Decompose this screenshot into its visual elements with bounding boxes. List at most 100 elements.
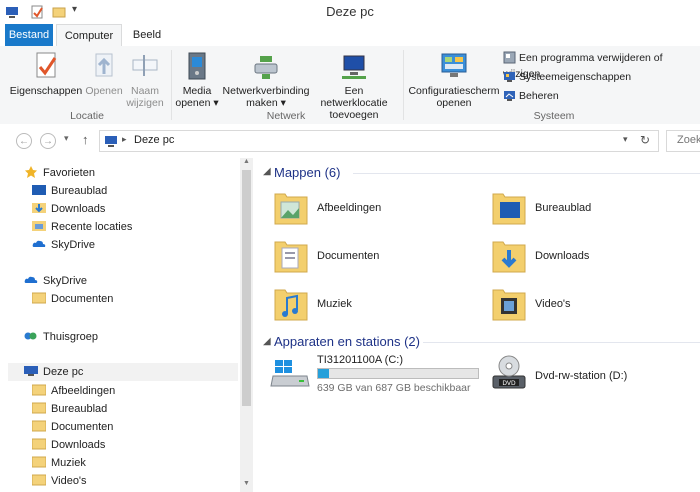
videos-folder-icon <box>492 289 526 321</box>
refresh-icon[interactable]: ↻ <box>640 133 650 147</box>
drive-c-space: 639 GB van 687 GB beschikbaar <box>317 382 471 394</box>
search-input[interactable]: Zoek <box>677 134 700 146</box>
nav-item-skydrive-documenten[interactable]: Documenten <box>32 290 113 308</box>
rename-icon <box>132 55 158 76</box>
title-bar: ▾ Deze pc <box>0 0 700 24</box>
drive-c[interactable]: TI31201100A (C:) 639 GB van 687 GB besch… <box>269 354 481 398</box>
back-arrow-icon: ← <box>19 136 29 147</box>
ribbon: Eigenschappen Openen Naam wijzigen Locat… <box>0 46 700 125</box>
folder-icon <box>32 474 46 486</box>
breadcrumb-deze-pc[interactable]: Deze pc <box>134 134 174 146</box>
control-panel-icon <box>441 53 467 77</box>
scroll-down-icon[interactable]: ▼ <box>243 480 250 487</box>
folder-icon <box>32 420 46 432</box>
downloads-folder-icon <box>492 241 526 273</box>
breadcrumb-chevron-icon[interactable]: ▸ <box>122 134 127 145</box>
folder-documenten[interactable]: Documenten <box>273 236 473 280</box>
dvd-drive-icon: DVD <box>492 355 526 389</box>
open-media-button[interactable]: Media openen ▾ <box>174 50 220 109</box>
forward-button[interactable]: → <box>40 133 56 149</box>
documents-folder-icon <box>274 241 308 273</box>
folders-section-header[interactable]: Mappen (6) <box>274 165 340 180</box>
group-locatie-label: Locatie <box>70 110 104 122</box>
folder-icon <box>32 438 46 450</box>
nav-item-skydrive-fav[interactable]: SkyDrive <box>32 236 95 254</box>
desktop-icon <box>32 185 46 195</box>
nav-item-bureaublad-pc[interactable]: Bureaublad <box>32 400 107 418</box>
rename-button[interactable]: Naam wijzigen <box>124 50 166 109</box>
manage-icon <box>504 91 515 101</box>
folder-bureaublad[interactable]: Bureaublad <box>491 188 691 232</box>
properties-icon <box>36 52 57 78</box>
ribbon-separator <box>403 50 404 120</box>
collapse-icon[interactable]: ◢ <box>263 166 271 177</box>
group-systeem-label: Systeem <box>533 110 575 122</box>
map-network-drive-button[interactable]: Netwerkverbinding maken ▾ <box>222 50 310 109</box>
pictures-folder-icon <box>274 193 308 225</box>
nav-item-downloads-pc[interactable]: Downloads <box>32 436 105 454</box>
system-icon <box>504 72 515 82</box>
window-title: Deze pc <box>326 4 374 19</box>
nav-favorieten[interactable]: Favorieten <box>24 164 95 182</box>
drive-dvd[interactable]: DVD Dvd-rw-station (D:) <box>489 354 689 398</box>
nav-item-bureaublad[interactable]: Bureaublad <box>32 182 107 200</box>
navigation-bar: ← → ▾ ↑ ▸ Deze pc ▾ ↻ Zoek <box>0 124 700 158</box>
desktop-folder-icon <box>492 193 526 225</box>
address-dropdown-icon[interactable]: ▾ <box>623 134 628 145</box>
drive-c-usage-fill <box>318 369 330 378</box>
open-button[interactable]: Openen <box>84 50 124 97</box>
ribbon-separator <box>171 50 172 120</box>
manage-link[interactable]: Beheren <box>503 88 559 104</box>
drive-c-label: TI31201100A (C:) <box>317 354 404 366</box>
collapse-icon[interactable]: ◢ <box>263 336 271 347</box>
folder-icon <box>32 456 46 468</box>
control-panel-button[interactable]: Configuratiescherm openen <box>408 50 500 109</box>
uninstall-program-link[interactable]: Een programma verwijderen of wijzigen <box>503 50 700 80</box>
network-location-icon <box>342 55 366 79</box>
properties-button[interactable]: Eigenschappen <box>8 50 84 97</box>
section-divider <box>353 173 700 174</box>
downloads-icon <box>32 203 46 213</box>
folder-icon <box>32 384 46 396</box>
nav-item-documenten-pc[interactable]: Documenten <box>32 418 113 436</box>
search-box[interactable]: Zoek <box>666 130 700 152</box>
recent-locations-icon <box>32 221 46 231</box>
navigation-pane: Favorieten Bureaublad Downloads Recente … <box>0 158 252 492</box>
nav-item-downloads[interactable]: Downloads <box>32 200 105 218</box>
devices-section-header[interactable]: Apparaten en stations (2) <box>274 334 420 349</box>
media-server-icon <box>188 52 206 80</box>
back-button[interactable]: ← <box>16 133 32 149</box>
folder-afbeeldingen[interactable]: Afbeeldingen <box>273 188 473 232</box>
dvd-drive-label: Dvd-rw-station (D:) <box>535 370 628 382</box>
nav-item-videos-pc[interactable]: Video's <box>32 472 87 490</box>
group-netwerk-label: Netwerk <box>266 110 306 122</box>
recent-locations-dropdown-icon[interactable]: ▾ <box>64 133 69 144</box>
tab-beeld[interactable]: Beeld <box>126 24 168 46</box>
open-icon <box>95 53 113 77</box>
nav-thuisgroep[interactable]: Thuisgroep <box>24 328 98 346</box>
content-pane: ◢ Mappen (6) Afbeeldingen Bureaublad Doc… <box>253 158 700 492</box>
scrollbar-thumb[interactable] <box>242 170 251 406</box>
cloud-icon <box>32 240 46 247</box>
nav-pane-scrollbar[interactable]: ▲ ▼ <box>240 158 253 492</box>
computer-icon <box>105 136 117 147</box>
tab-bestand[interactable]: Bestand <box>5 24 53 46</box>
programs-icon <box>503 51 516 64</box>
address-bar[interactable]: ▸ Deze pc ▾ ↻ <box>99 130 659 152</box>
nav-skydrive[interactable]: SkyDrive <box>24 272 87 290</box>
folder-downloads[interactable]: Downloads <box>491 236 691 280</box>
tab-computer[interactable]: Computer <box>56 24 122 48</box>
cloud-icon <box>24 276 38 283</box>
nav-item-muziek-pc[interactable]: Muziek <box>32 454 86 472</box>
dropdown-arrow-icon: ▾ <box>213 97 219 109</box>
up-arrow-icon[interactable]: ↑ <box>82 132 89 147</box>
folder-muziek[interactable]: Muziek <box>273 284 473 328</box>
system-properties-link[interactable]: Systeemeigenschappen <box>503 69 631 85</box>
folder-videos[interactable]: Video's <box>491 284 691 328</box>
dropdown-arrow-icon: ▾ <box>280 97 286 109</box>
nav-item-recente-locaties[interactable]: Recente locaties <box>32 218 132 236</box>
nav-item-afbeeldingen[interactable]: Afbeeldingen <box>32 382 115 400</box>
homegroup-icon <box>24 332 37 340</box>
scroll-up-icon[interactable]: ▲ <box>243 158 250 165</box>
nav-deze-pc[interactable]: Deze pc <box>8 363 238 381</box>
